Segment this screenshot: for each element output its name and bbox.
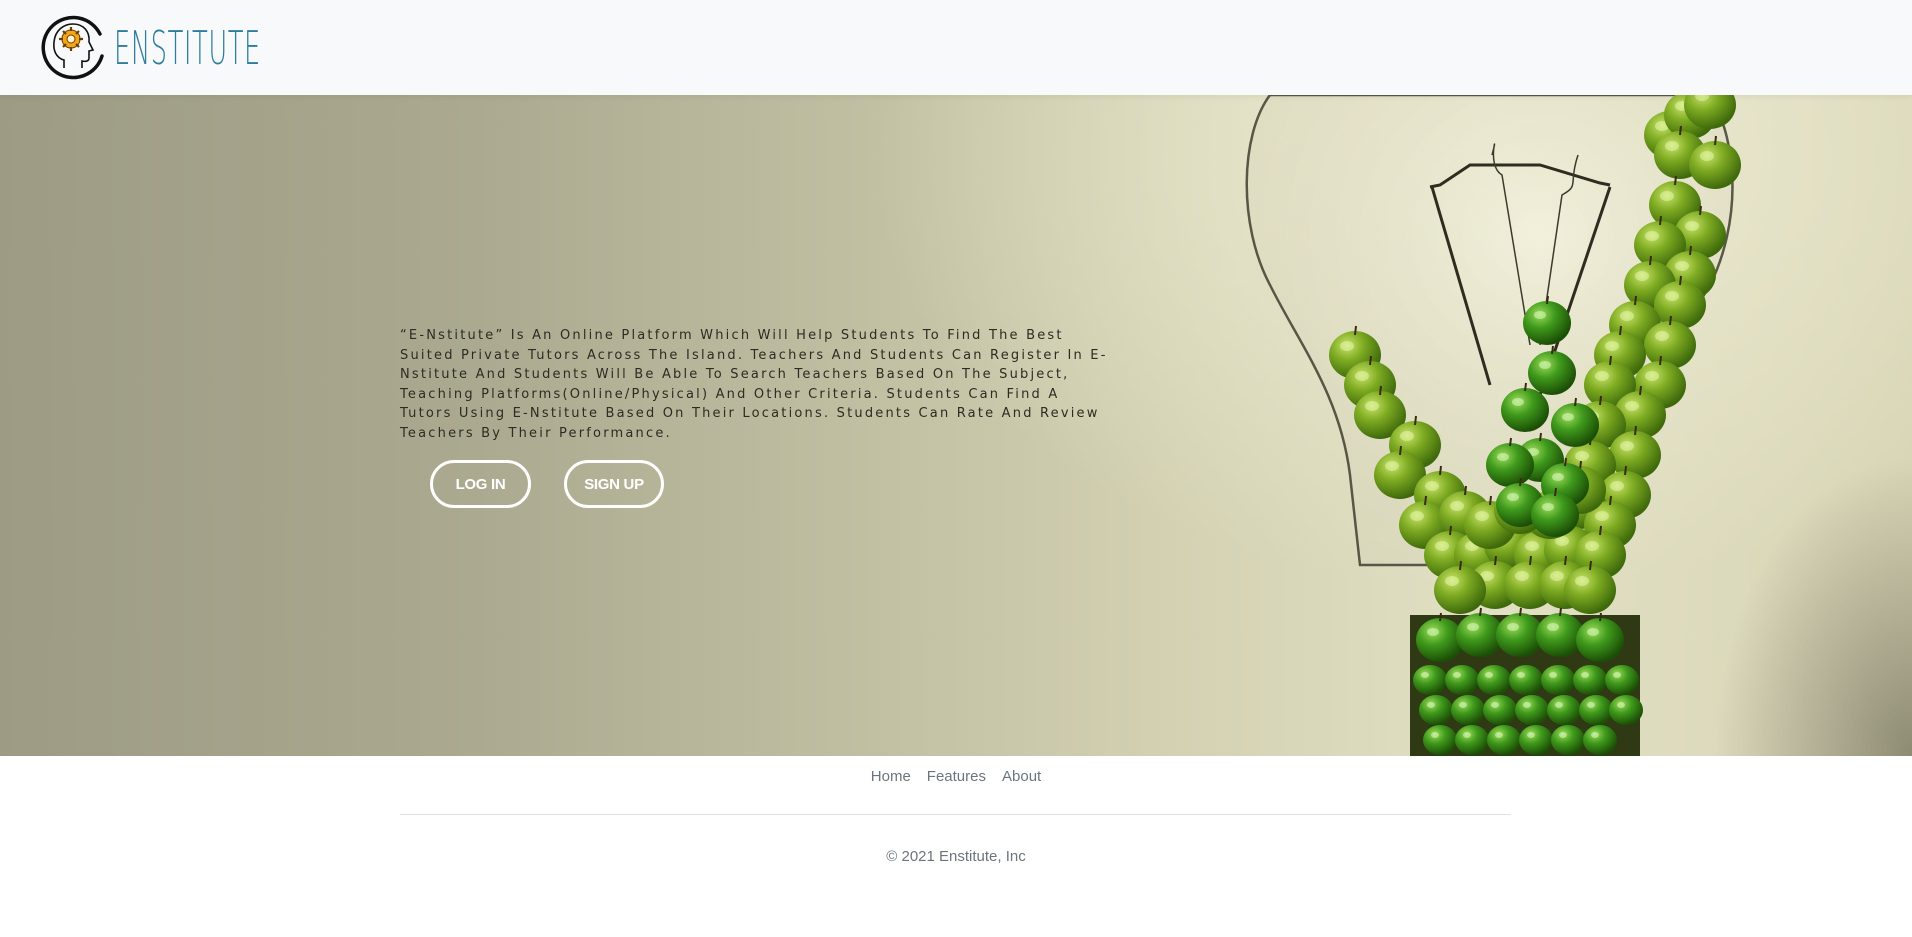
brand-logo-link[interactable]: ENSTITUTE bbox=[40, 12, 376, 80]
copyright-text: © 2021 Enstitute, Inc bbox=[886, 848, 1026, 865]
footer-divider bbox=[400, 814, 1511, 815]
platform-description: “E-Nstitute” Is An Online Platform Which… bbox=[400, 328, 1108, 441]
hero-section: “E-Nstitute” Is An Online Platform Which… bbox=[0, 95, 1912, 756]
log-in-button[interactable]: LOG IN bbox=[430, 460, 531, 508]
brand-name: ENSTITUTE bbox=[114, 21, 261, 75]
lightbulb-apples-image bbox=[1245, 95, 1742, 756]
sign-up-button[interactable]: SIGN UP bbox=[564, 460, 664, 508]
footer-link-features[interactable]: Features bbox=[927, 768, 986, 785]
head-brain-gear-icon bbox=[41, 15, 104, 80]
footer-link-about[interactable]: About bbox=[1002, 768, 1041, 785]
site-header: ENSTITUTE bbox=[0, 0, 1912, 95]
footer-nav: Home Features About bbox=[0, 768, 1912, 785]
footer-link-home[interactable]: Home bbox=[871, 768, 911, 785]
